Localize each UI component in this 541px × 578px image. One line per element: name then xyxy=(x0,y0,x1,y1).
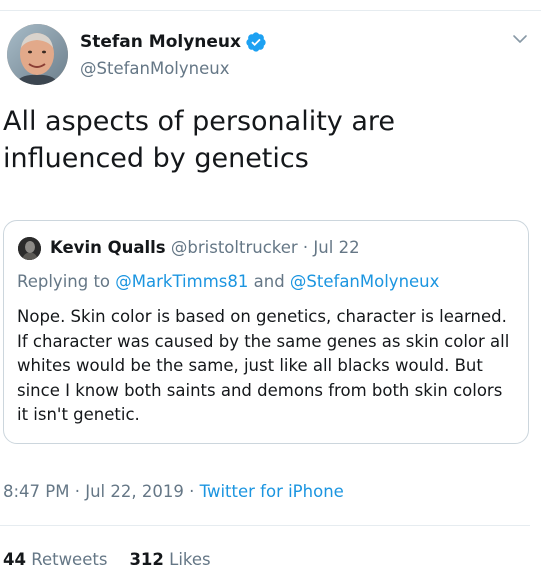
tweet-meta: 8:47 PM · Jul 22, 2019 · Twitter for iPh… xyxy=(3,482,344,501)
tweet-stats: 44 Retweets 312 Likes xyxy=(3,550,211,569)
likes-stat[interactable]: 312 Likes xyxy=(129,550,210,569)
quoted-tweet-card[interactable]: Kevin Qualls @bristoltrucker · Jul 22 Re… xyxy=(3,220,529,444)
avatar-image xyxy=(7,24,68,85)
quote-separator: · xyxy=(302,238,309,257)
reply-mention-1[interactable]: @MarkTimms81 xyxy=(115,272,248,291)
top-divider xyxy=(0,10,541,11)
retweets-label: Retweets xyxy=(31,550,108,569)
stats-divider xyxy=(0,525,530,526)
reply-mention-2[interactable]: @StefanMolyneux xyxy=(290,272,439,291)
quote-reply-line: Replying to @MarkTimms81 and @StefanMoly… xyxy=(17,272,439,291)
tweet-text: All aspects of personality are influence… xyxy=(3,106,396,174)
meta-separator-2: · xyxy=(189,482,195,501)
tweet-source-link[interactable]: Twitter for iPhone xyxy=(200,482,344,501)
quote-avatar-image xyxy=(18,237,41,260)
author-name-text: Stefan Molyneux xyxy=(80,32,241,52)
author-handle[interactable]: @StefanMolyneux xyxy=(80,59,229,78)
quote-author-handle: @bristoltrucker xyxy=(170,238,298,257)
meta-separator-1: · xyxy=(74,482,80,501)
quote-author-avatar xyxy=(18,237,41,260)
quote-author-name: Kevin Qualls xyxy=(50,238,166,257)
author-avatar[interactable] xyxy=(7,24,68,85)
reply-prefix: Replying to xyxy=(17,272,111,291)
reply-and: and xyxy=(253,272,285,291)
quote-header: Kevin Qualls @bristoltrucker · Jul 22 xyxy=(50,238,360,257)
author-name[interactable]: Stefan Molyneux xyxy=(80,31,267,53)
quote-date: Jul 22 xyxy=(313,238,360,257)
likes-count: 312 xyxy=(129,550,164,569)
tweet: Stefan Molyneux @StefanMolyneux All aspe… xyxy=(0,0,541,578)
likes-label: Likes xyxy=(169,550,211,569)
retweets-count: 44 xyxy=(3,550,26,569)
chevron-down-icon[interactable] xyxy=(511,30,529,48)
verified-badge-icon xyxy=(246,32,266,52)
quote-body-text: Nope. Skin color is based on genetics, c… xyxy=(17,307,510,424)
tweet-date[interactable]: Jul 22, 2019 xyxy=(85,482,184,501)
retweets-stat[interactable]: 44 Retweets xyxy=(3,550,107,569)
tweet-time[interactable]: 8:47 PM xyxy=(3,482,69,501)
